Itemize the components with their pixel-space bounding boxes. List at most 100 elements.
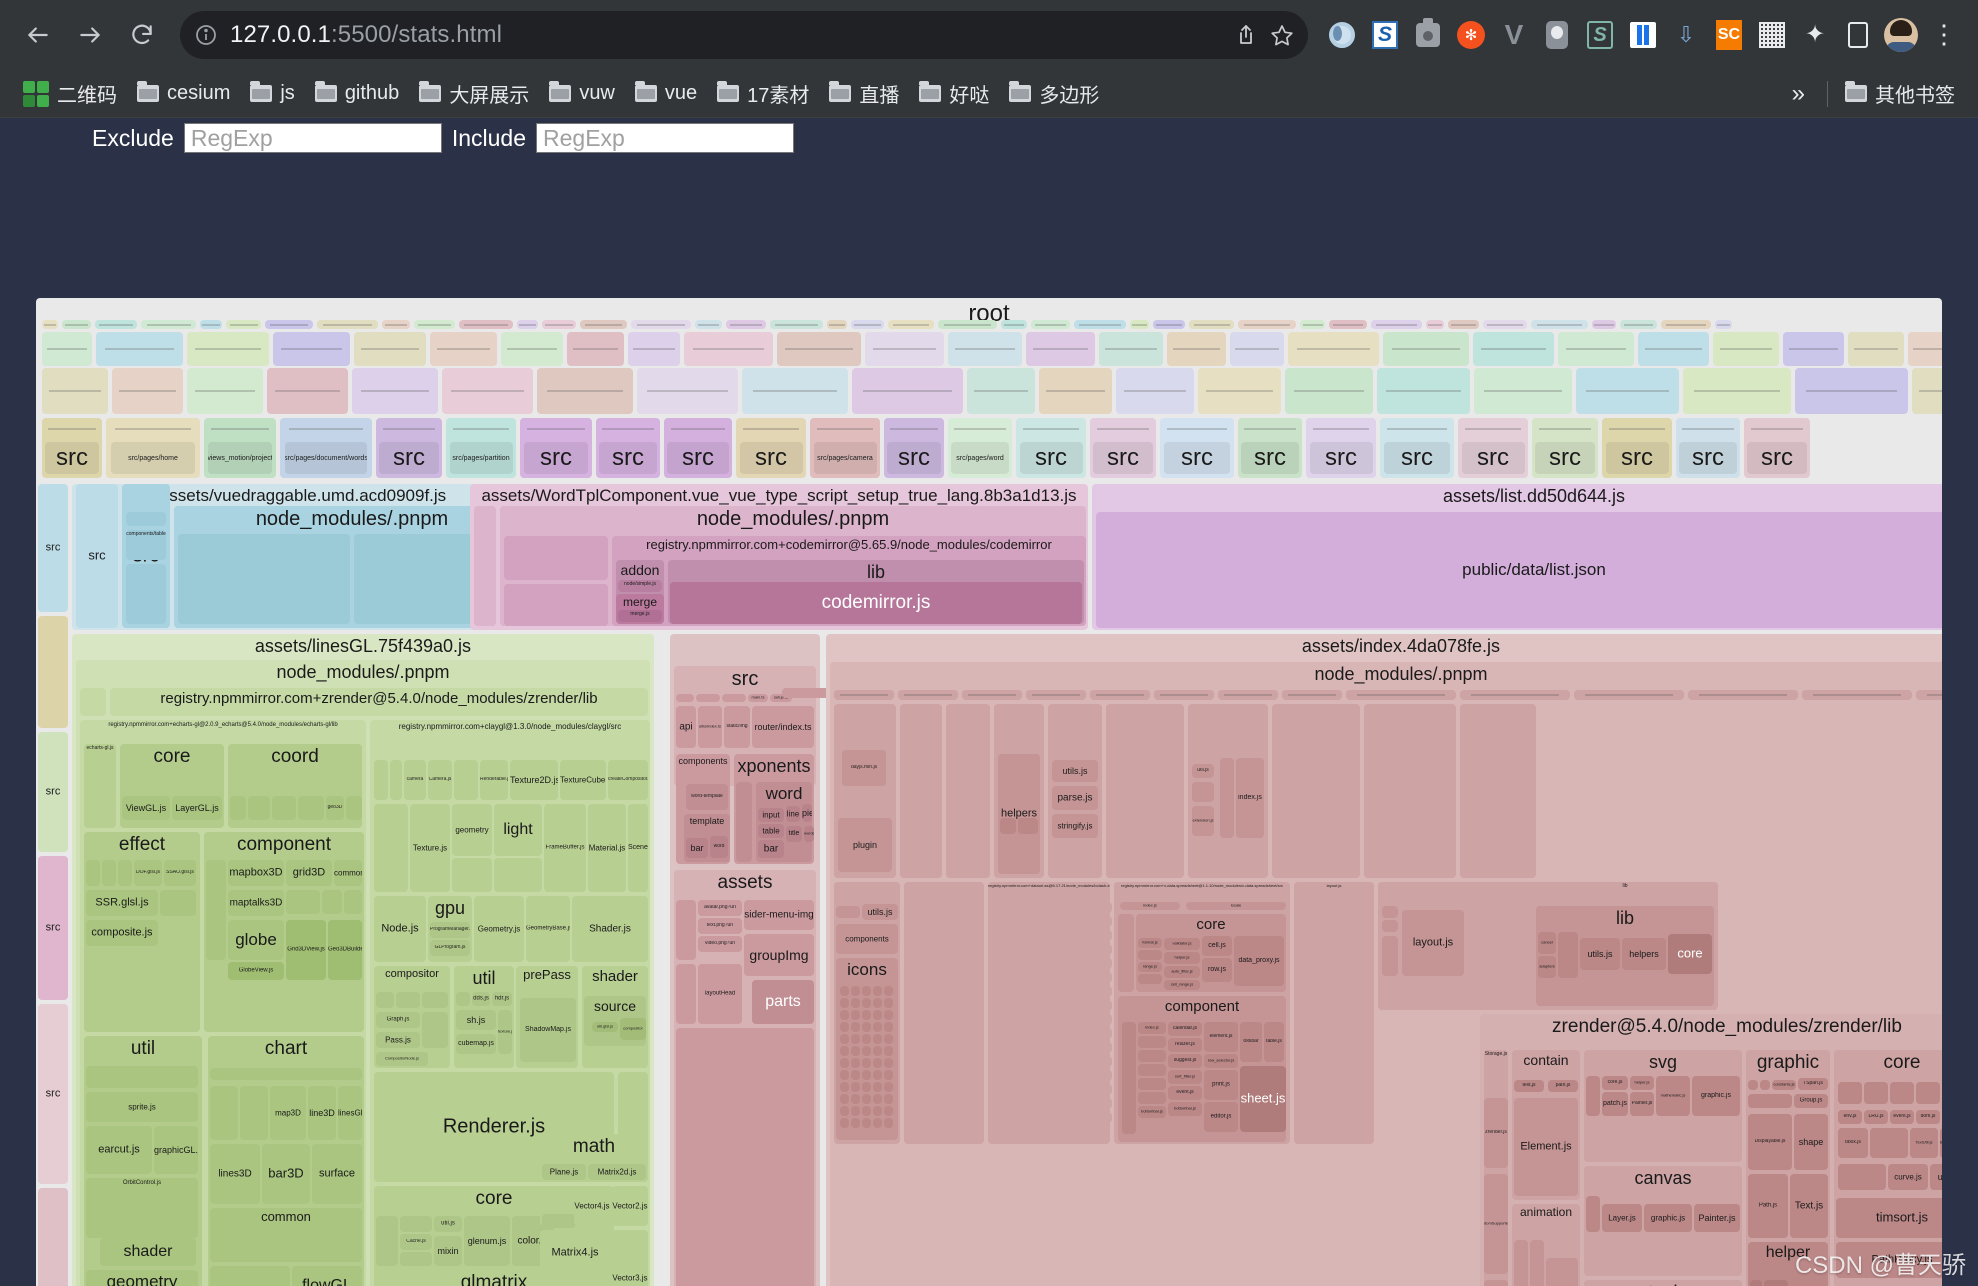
- treemap-node-light[interactable]: light: [494, 804, 542, 856]
- treemap-node-lodash-cell[interactable]: [1094, 1014, 1102, 1025]
- treemap-node-lodash-cell[interactable]: [1094, 916, 1102, 927]
- treemap-node-small[interactable]: [1586, 1196, 1600, 1232]
- treemap-node-icon-cell[interactable]: [884, 1082, 893, 1092]
- treemap-node-pkgstrip[interactable]: [834, 690, 894, 700]
- treemap-node-lodash-cell[interactable]: [1084, 930, 1092, 941]
- treemap-node-icon-cell[interactable]: [840, 1010, 849, 1020]
- treemap-src-group[interactable]: src: [1458, 418, 1528, 478]
- treemap-chip[interactable]: [42, 320, 58, 329]
- treemap-node-lodash-cell[interactable]: [1054, 1084, 1062, 1095]
- treemap-node-common[interactable]: common: [210, 1208, 362, 1262]
- treemap-node-pkgstrip[interactable]: [1688, 690, 1798, 700]
- treemap-node-graphicgl[interactable]: graphicGL.js: [154, 1126, 198, 1174]
- treemap-node-mixin[interactable]: mixin: [434, 1236, 462, 1266]
- treemap-node-lodash-cell[interactable]: [1104, 986, 1112, 997]
- treemap-node-small[interactable]: [1838, 1164, 1886, 1190]
- treemap-node-boundingrect[interactable]: BoundingRect.js: [1940, 1128, 1942, 1158]
- treemap-node-glprogram[interactable]: GLProgram.js: [430, 940, 470, 956]
- treemap-node-small[interactable]: [126, 564, 166, 624]
- treemap-node-lodash-cell[interactable]: [1014, 1056, 1022, 1067]
- treemap-node-framebuffer[interactable]: FrameBuffer.js: [544, 804, 586, 892]
- treemap-node-small[interactable]: [230, 796, 246, 820]
- treemap-node-editor[interactable]: editor.js: [1204, 1102, 1238, 1132]
- treemap-node-grid3d[interactable]: grid3D: [286, 860, 332, 886]
- treemap-node-displayable[interactable]: Displayable.js: [1748, 1114, 1792, 1170]
- treemap-chip[interactable]: [628, 332, 680, 366]
- treemap-node-icon-cell[interactable]: [884, 986, 893, 996]
- treemap-node-env[interactable]: env.js: [1838, 1110, 1862, 1124]
- treemap-chip[interactable]: [354, 332, 426, 366]
- treemap-node-avatarpng[interactable]: avatar.png?url: [698, 900, 742, 916]
- treemap-node-vector4[interactable]: Vector4.js: [574, 1186, 610, 1226]
- treemap-src-group[interactable]: src/pages/word: [948, 418, 1012, 478]
- treemap-chip[interactable]: [1848, 332, 1904, 366]
- treemap-node-lodash-cell[interactable]: [1064, 1042, 1072, 1053]
- treemap-node-lodash-cell[interactable]: [1084, 1070, 1092, 1081]
- treemap-node-lodash-cell[interactable]: [1054, 986, 1062, 997]
- share-icon[interactable]: [1234, 23, 1258, 47]
- treemap-chip[interactable]: [414, 320, 455, 329]
- treemap-node-api[interactable]: api: [676, 706, 696, 748]
- treemap-node-lodash-cell[interactable]: [1064, 986, 1072, 997]
- treemap-node-small[interactable]: [1138, 1078, 1166, 1090]
- bookmark-vuw[interactable]: vuw: [540, 77, 624, 110]
- treemap-node-icon-cell[interactable]: [884, 1118, 893, 1128]
- treemap-node-bar[interactable]: bar: [686, 838, 708, 858]
- treemap-node-lodash-cell[interactable]: [1054, 1056, 1062, 1067]
- treemap-node-lodash-cell[interactable]: [994, 930, 1002, 941]
- treemap-chip[interactable]: [537, 368, 633, 414]
- treemap-node-geometry[interactable]: geometry: [452, 804, 492, 856]
- treemap-node-lodash-cell[interactable]: [1054, 1098, 1062, 1109]
- treemap-node-lodash-cell[interactable]: [1094, 1112, 1102, 1123]
- treemap-node-icon-cell[interactable]: [840, 986, 849, 996]
- treemap-node-small[interactable]: [736, 782, 752, 862]
- treemap-node-lodash-cell[interactable]: [1104, 944, 1112, 955]
- treemap-node-codemirror-js[interactable]: codemirror.js: [670, 582, 1082, 624]
- treemap-chip[interactable]: [1288, 332, 1379, 366]
- treemap-node-core[interactable]: core: [1668, 934, 1712, 974]
- green-s-extension-icon[interactable]: S: [1580, 15, 1620, 55]
- treemap-node-lodash-cell[interactable]: [1034, 1084, 1042, 1095]
- treemap-chip[interactable]: [112, 368, 183, 414]
- treemap-node-main[interactable]: main.ts: [748, 694, 768, 702]
- treemap-node-lodash-cell[interactable]: [1014, 1070, 1022, 1081]
- treemap-node-small[interactable]: [1864, 1082, 1888, 1104]
- treemap-node-lodash-cell[interactable]: [1074, 1084, 1082, 1095]
- treemap-node-print[interactable]: print.js: [1204, 1070, 1238, 1100]
- treemap-node-icon-cell[interactable]: [884, 1106, 893, 1116]
- profile-avatar[interactable]: [1881, 15, 1921, 55]
- treemap-node-lodash-cell[interactable]: [1034, 944, 1042, 955]
- treemap-node-icon-cell[interactable]: [873, 1010, 882, 1020]
- treemap-node-lodash-cell[interactable]: [1004, 1028, 1012, 1039]
- treemap-node-lodash-cell[interactable]: [1064, 958, 1072, 969]
- treemap-node-table[interactable]: table.js: [1264, 1022, 1284, 1062]
- treemap-node-lodash-cell[interactable]: [1084, 1084, 1092, 1095]
- treemap-node-lodash-cell[interactable]: [1074, 958, 1082, 969]
- treemap-node-ssao[interactable]: SSAO.glsl.js: [164, 860, 196, 886]
- treemap-node-lodash-cell[interactable]: [1084, 1098, 1092, 1109]
- treemap-node-src[interactable]: src: [76, 484, 118, 628]
- treemap-node-lodash-cell[interactable]: [1054, 958, 1062, 969]
- treemap-src-group[interactable]: src: [1238, 418, 1302, 478]
- treemap-node-handler[interactable]: Handler.js: [1484, 1280, 1508, 1286]
- treemap-node-lodash-cell[interactable]: [1054, 1112, 1062, 1123]
- treemap-node-small[interactable]: [1382, 906, 1398, 918]
- treemap-src-sliver[interactable]: src: [38, 856, 68, 1000]
- treemap-node-lodash-cell[interactable]: [1034, 916, 1042, 927]
- treemap-node-lodash-cell[interactable]: [1074, 1098, 1082, 1109]
- treemap-node-lodash-cell[interactable]: [1004, 1084, 1012, 1095]
- treemap-node-icon-cell[interactable]: [884, 1094, 893, 1104]
- treemap-node-lodash-cell[interactable]: [1034, 1042, 1042, 1053]
- treemap-node-small[interactable]: [298, 796, 324, 820]
- treemap-node-small[interactable]: [1106, 704, 1184, 878]
- treemap-node-videopng[interactable]: video.png?url: [698, 936, 742, 952]
- treemap-node-small[interactable]: components/table: [126, 530, 166, 560]
- treemap-node-icon-cell[interactable]: [862, 1082, 871, 1092]
- treemap-node-lodash-cell[interactable]: [1044, 958, 1052, 969]
- treemap-node-lodash-cell[interactable]: [1044, 1000, 1052, 1011]
- treemap-src-group[interactable]: src: [1744, 418, 1810, 478]
- treemap-node-small[interactable]: [1138, 1064, 1166, 1076]
- treemap-src-group[interactable]: src: [1532, 418, 1598, 478]
- back-arrow-icon[interactable]: [14, 11, 62, 59]
- treemap-chip[interactable]: [62, 320, 91, 329]
